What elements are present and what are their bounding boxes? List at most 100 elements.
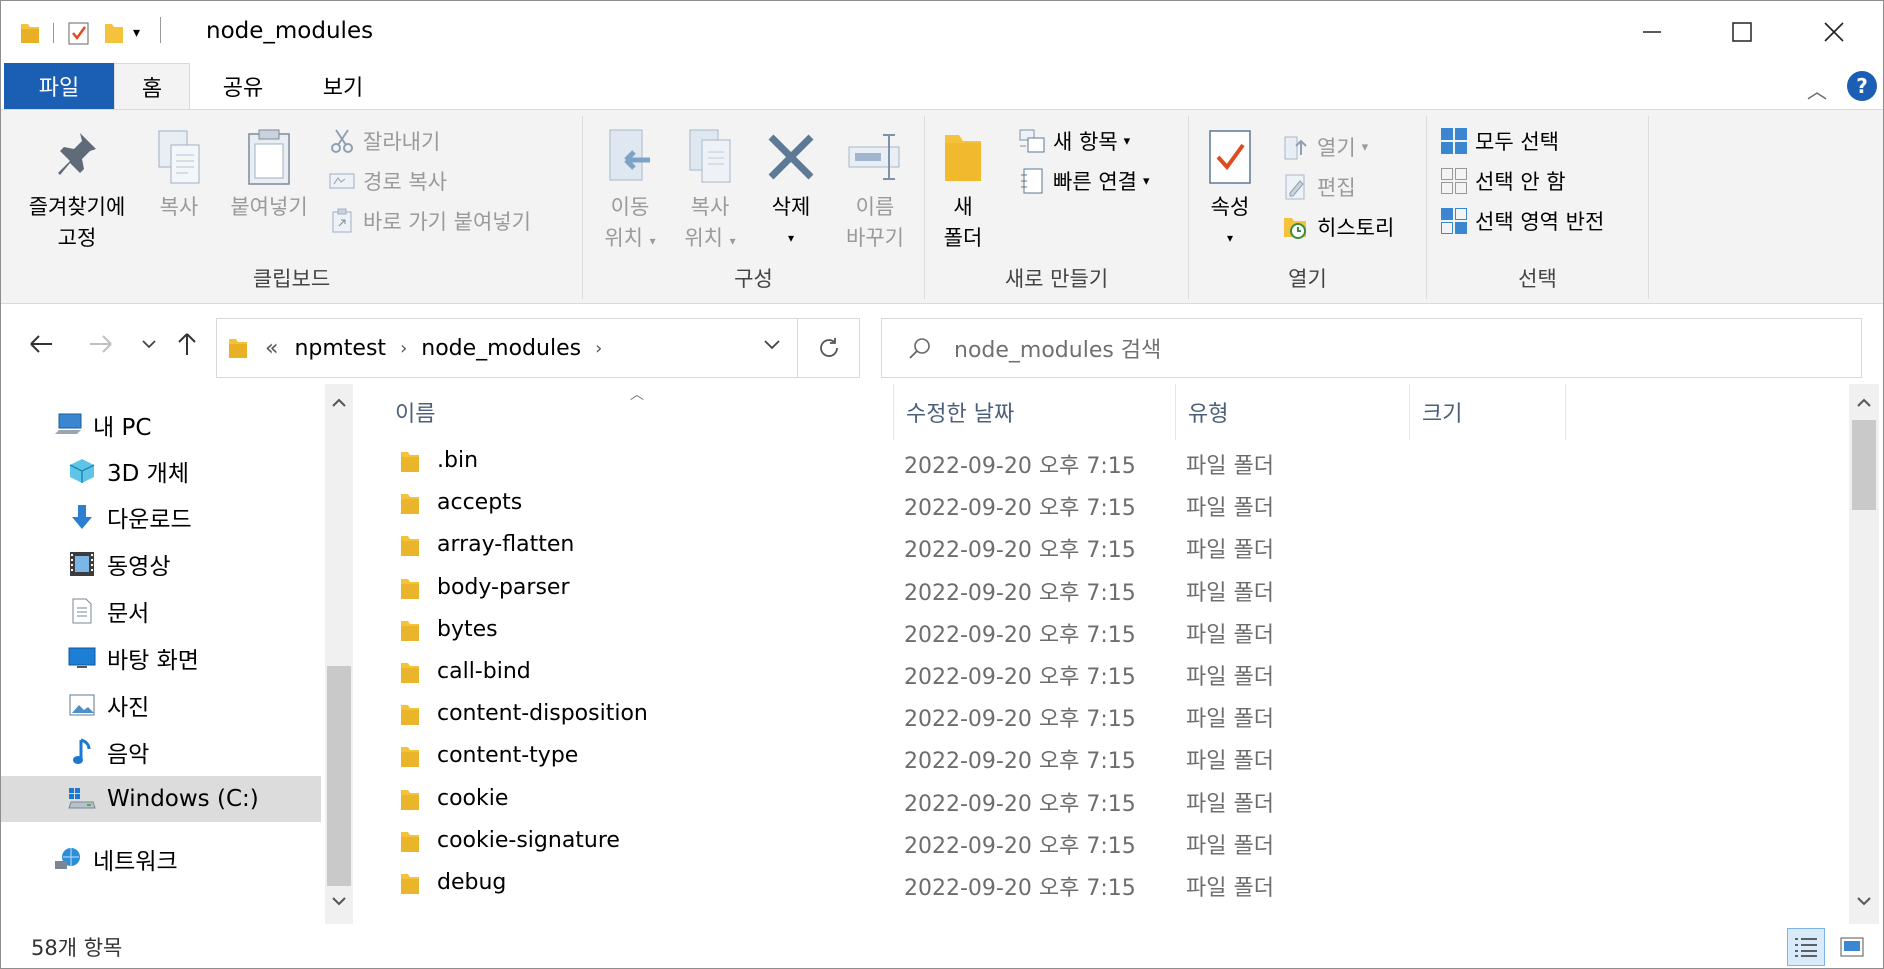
nav-item-network[interactable]: 네트워크 xyxy=(1,836,321,882)
copy-path-button[interactable]: 경로 복사 xyxy=(327,164,447,198)
table-row[interactable]: debug 2022-09-20 오후 7:15 파일 폴더 xyxy=(353,862,1833,904)
copy-path-label: 경로 복사 xyxy=(363,170,447,194)
breadcrumb-node-modules[interactable]: node_modules xyxy=(421,336,581,361)
edit-button[interactable]: 편집 xyxy=(1281,170,1356,204)
breadcrumb-npmtest[interactable]: npmtest xyxy=(294,336,386,361)
new-item-label: 새 항목 xyxy=(1053,130,1118,154)
table-row[interactable]: .bin 2022-09-20 오후 7:15 파일 폴더 xyxy=(353,440,1833,482)
rename-button[interactable]: 이름 바꾸기 xyxy=(833,122,917,254)
folder-icon xyxy=(399,701,427,727)
table-row[interactable]: cookie 2022-09-20 오후 7:15 파일 폴더 xyxy=(353,778,1833,820)
delete-x-icon xyxy=(765,122,817,192)
nav-item-windows-c[interactable]: Windows (C:) xyxy=(1,776,321,822)
nav-item-music[interactable]: 음악 xyxy=(1,729,321,775)
nav-item-this-pc[interactable]: 내 PC xyxy=(1,402,321,448)
breadcrumb-separator-icon[interactable]: › xyxy=(400,338,407,359)
nav-pane-scroll-thumb[interactable] xyxy=(327,666,351,886)
nav-item-desktop[interactable]: 바탕 화면 xyxy=(1,635,321,681)
back-button[interactable] xyxy=(21,324,61,364)
tab-home[interactable]: 홈 xyxy=(114,63,190,109)
nav-item-pictures[interactable]: 사진 xyxy=(1,682,321,728)
window-title: node_modules xyxy=(206,18,374,44)
tab-share[interactable]: 공유 xyxy=(207,63,279,109)
column-header-modified[interactable]: 수정한 날짜 xyxy=(894,384,1176,440)
pin-to-quick-access-button[interactable]: 즐겨찾기에 고정 xyxy=(17,122,137,254)
paste-button[interactable]: 붙여넣기 xyxy=(219,122,319,223)
edit-icon xyxy=(1281,172,1311,202)
file-type: 파일 폴더 xyxy=(1186,749,1274,775)
recent-locations-button[interactable] xyxy=(129,324,169,364)
table-row[interactable]: content-type 2022-09-20 오후 7:15 파일 폴더 xyxy=(353,735,1833,777)
up-button[interactable] xyxy=(167,324,207,364)
nav-item-label: 3D 개체 xyxy=(107,461,189,487)
column-header-size[interactable]: 크기 xyxy=(1410,384,1566,440)
table-row[interactable]: accepts 2022-09-20 오후 7:15 파일 폴더 xyxy=(353,482,1833,524)
copy-button[interactable]: 복사 xyxy=(147,122,211,223)
new-folder-quick-icon[interactable] xyxy=(103,19,125,47)
select-none-button[interactable]: 선택 안 함 xyxy=(1439,164,1566,198)
scroll-up-icon[interactable] xyxy=(325,388,353,418)
scroll-up-icon[interactable] xyxy=(1849,388,1879,418)
tab-file[interactable]: 파일 xyxy=(4,63,114,109)
search-input[interactable]: node_modules 검색 xyxy=(954,332,1161,364)
close-button[interactable] xyxy=(1801,1,1867,63)
new-folder-button[interactable]: 새 폴더 xyxy=(935,122,991,254)
properties-button[interactable]: 속성 ▾ xyxy=(1197,122,1263,254)
address-history-dropdown-icon[interactable] xyxy=(763,339,781,351)
cut-button[interactable]: 잘라내기 xyxy=(327,124,440,158)
chevron-down-icon: ▾ xyxy=(1142,173,1150,189)
copy-to-button[interactable]: 복사 위치 ▾ xyxy=(673,122,747,257)
address-bar[interactable]: « npmtest › node_modules › xyxy=(216,318,798,378)
breadcrumb-overflow[interactable]: « xyxy=(265,336,278,361)
tab-view[interactable]: 보기 xyxy=(307,63,379,109)
new-item-icon xyxy=(1017,126,1047,156)
move-to-button[interactable]: 이동 위치 ▾ xyxy=(593,122,667,257)
large-icons-view-button[interactable] xyxy=(1833,928,1871,966)
select-all-button[interactable]: 모두 선택 xyxy=(1439,124,1559,158)
new-item-button[interactable]: 새 항목 ▾ xyxy=(1017,124,1130,158)
nav-item-3d-objects[interactable]: 3D 개체 xyxy=(1,448,321,494)
table-row[interactable]: array-flatten 2022-09-20 오후 7:15 파일 폴더 xyxy=(353,524,1833,566)
properties-check-icon[interactable] xyxy=(67,19,91,47)
column-header-type[interactable]: 유형 xyxy=(1176,384,1410,440)
file-name: array-flatten xyxy=(437,532,575,558)
scroll-down-icon[interactable] xyxy=(1849,886,1879,916)
details-view-button[interactable] xyxy=(1787,928,1825,966)
help-icon[interactable]: ? xyxy=(1847,71,1877,101)
minimize-button[interactable] xyxy=(1619,1,1685,63)
history-button[interactable]: 히스토리 xyxy=(1281,210,1394,244)
paste-shortcut-button[interactable]: 바로 가기 붙여넣기 xyxy=(327,204,531,238)
nav-pane-scrollbar[interactable] xyxy=(325,384,353,924)
download-icon xyxy=(65,500,99,534)
open-label: 열기 xyxy=(1317,136,1356,160)
maximize-icon xyxy=(1732,22,1752,42)
scroll-down-icon[interactable] xyxy=(325,886,353,916)
maximize-button[interactable] xyxy=(1709,1,1775,63)
delete-button[interactable]: 삭제 ▾ xyxy=(759,122,823,254)
open-group: 속성 ▾ 열기 ▾ 편집 히스토리 열기 xyxy=(1189,116,1427,299)
search-box[interactable]: node_modules 검색 xyxy=(881,318,1862,378)
breadcrumb-separator-icon[interactable]: › xyxy=(595,338,602,359)
invert-selection-button[interactable]: 선택 영역 반전 xyxy=(1439,204,1604,238)
table-row[interactable]: bytes 2022-09-20 오후 7:15 파일 폴더 xyxy=(353,609,1833,651)
delete-label: 삭제 xyxy=(771,195,811,219)
table-row[interactable]: body-parser 2022-09-20 오후 7:15 파일 폴더 xyxy=(353,567,1833,609)
table-row[interactable]: call-bind 2022-09-20 오후 7:15 파일 폴더 xyxy=(353,651,1833,693)
refresh-button[interactable] xyxy=(798,318,860,378)
file-list-scrollbar[interactable] xyxy=(1849,384,1879,924)
table-row[interactable]: content-disposition 2022-09-20 오후 7:15 파일 … xyxy=(353,693,1833,735)
column-header-name[interactable]: 이름 xyxy=(383,384,894,440)
nav-item-label: 내 PC xyxy=(93,415,152,441)
table-row[interactable]: cookie-signature 2022-09-20 오후 7:15 파일 폴더 xyxy=(353,820,1833,862)
cut-label: 잘라내기 xyxy=(363,130,441,154)
file-list-scroll-thumb[interactable] xyxy=(1852,420,1876,510)
nav-item-downloads[interactable]: 다운로드 xyxy=(1,494,321,540)
forward-button[interactable] xyxy=(81,324,121,364)
collapse-ribbon-icon[interactable]: ︿ xyxy=(1807,75,1827,104)
nav-item-documents[interactable]: 문서 xyxy=(1,588,321,634)
folder-icon xyxy=(399,617,427,643)
open-button[interactable]: 열기 ▾ xyxy=(1281,130,1368,164)
nav-item-videos[interactable]: 동영상 xyxy=(1,541,321,587)
easy-access-button[interactable]: 빠른 연결 ▾ xyxy=(1017,164,1150,198)
quick-access-dropdown-icon[interactable]: ▾ xyxy=(133,19,140,47)
